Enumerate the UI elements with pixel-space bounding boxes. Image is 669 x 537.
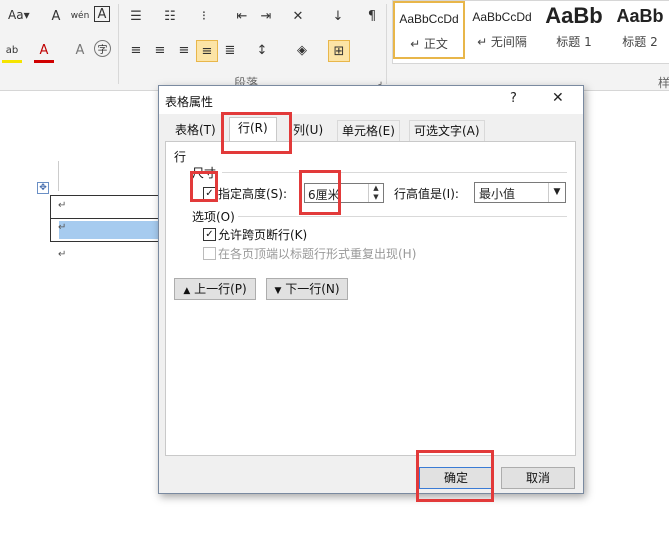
styles-group-label: 样 <box>658 76 669 90</box>
chevron-down-icon: ▼ <box>548 183 565 202</box>
arrow-up-icon: ▲ <box>183 286 191 296</box>
show-marks-icon[interactable]: ¶ <box>362 6 382 26</box>
row-height-mode-value: 最小值 <box>479 187 516 201</box>
char-border-icon[interactable]: A <box>94 6 110 22</box>
allow-break-label: 允许跨页断行(K) <box>218 228 308 242</box>
help-icon[interactable]: ? <box>510 91 517 106</box>
justify-icon[interactable]: ≡ <box>196 40 218 62</box>
ribbon-separator <box>386 4 387 84</box>
align-right-icon[interactable]: ≡ <box>174 40 194 60</box>
style-name: 标题 1 <box>556 35 592 49</box>
highlight-ok-button <box>416 450 494 502</box>
style-name: 标题 2 <box>622 35 658 49</box>
table-left-guide <box>58 161 59 191</box>
highlight-height-value <box>299 170 341 215</box>
font-color-icon[interactable]: A <box>34 40 54 63</box>
row-height-mode-select[interactable]: 最小值 ▼ <box>474 182 566 203</box>
increase-indent-icon[interactable]: ⇥ <box>256 6 276 26</box>
align-center-icon[interactable]: ≡ <box>150 40 170 60</box>
repeat-header-label: 在各页顶端以标题行形式重复出现(H) <box>218 247 417 261</box>
style-normal[interactable]: AaBbCcDd ↵ 正文 <box>393 1 465 59</box>
style-no-spacing[interactable]: AaBbCcDd ↵ 无间隔 <box>467 1 537 59</box>
selection-highlight <box>59 221 159 239</box>
style-heading-2[interactable]: AaBb 标题 2 <box>611 1 669 59</box>
decrease-indent-icon[interactable]: ⇤ <box>232 6 252 26</box>
row-tab-panel: 行 尺寸 ✓ 指定高度(S): 6厘米 ▲ ▼ 行高值是(I): 最小值 ▼ 选项… <box>165 141 576 456</box>
style-sample: AaBb <box>545 3 603 28</box>
clear-format-icon[interactable]: A <box>46 6 66 26</box>
highlight-row-tab <box>221 112 292 154</box>
table-row-selected[interactable]: ↵ <box>50 218 159 242</box>
table-row[interactable]: ↵ <box>50 195 159 219</box>
borders-icon[interactable]: ⊞ <box>328 40 350 62</box>
arrow-down-icon: ▼ <box>274 286 282 296</box>
tab-table[interactable]: 表格(T) <box>171 120 220 140</box>
multilevel-list-icon[interactable]: ⁝ <box>194 6 214 26</box>
row-height-is-label: 行高值是(I): <box>394 187 459 201</box>
row-section-label: 行 <box>174 150 187 164</box>
highlight-icon[interactable]: ab <box>2 40 22 63</box>
style-name: ↵ 正文 <box>410 37 448 51</box>
paragraph-mark: ↵ <box>58 222 67 233</box>
next-row-button[interactable]: ▼ 下一行(N) <box>266 278 348 300</box>
repeat-header-checkbox[interactable] <box>203 247 216 260</box>
shading-icon[interactable]: ◈ <box>292 40 312 60</box>
distributed-icon[interactable]: ≣ <box>220 40 240 60</box>
size-divider <box>222 172 567 173</box>
close-icon[interactable]: ✕ <box>552 90 564 106</box>
tab-alt-text[interactable]: 可选文字(A) <box>409 120 485 141</box>
style-name: ↵ 无间隔 <box>477 35 527 49</box>
sort-icon[interactable]: ↓ <box>328 6 348 26</box>
options-divider <box>238 216 567 217</box>
font-size-button[interactable]: Aa▾ <box>8 8 30 22</box>
phonetic-guide-icon[interactable]: wén <box>70 6 90 26</box>
paragraph-mark: ↵ <box>58 200 67 211</box>
highlight-specify-height-checkbox <box>190 171 218 202</box>
style-sample: AaBbCcDd <box>399 12 459 26</box>
ribbon-separator <box>118 4 119 84</box>
style-sample: AaBbCcDd <box>472 10 532 24</box>
styles-gallery: AaBbCcDd ↵ 正文 AaBbCcDd ↵ 无间隔 AaBb 标题 1 A… <box>392 0 669 64</box>
style-sample: AaBb <box>616 6 664 26</box>
style-heading-1[interactable]: AaBb 标题 1 <box>539 1 609 59</box>
dialog-titlebar[interactable]: 表格属性 ? ✕ <box>159 86 583 114</box>
allow-break-checkbox[interactable]: ✓ <box>203 228 216 241</box>
char-shading-icon[interactable]: A <box>70 40 90 60</box>
previous-row-button[interactable]: ▲ 上一行(P) <box>174 278 256 300</box>
numbering-icon[interactable]: ☷ <box>160 6 180 26</box>
tab-cell[interactable]: 单元格(E) <box>337 120 400 141</box>
enclose-char-icon[interactable]: 字 <box>94 40 111 57</box>
chinese-layout-icon[interactable]: ✕ <box>288 6 308 26</box>
cancel-button[interactable]: 取消 <box>501 467 575 489</box>
specify-height-label: 指定高度(S): <box>218 187 288 201</box>
table-move-handle-icon[interactable]: ✥ <box>37 182 49 194</box>
bullets-icon[interactable]: ☰ <box>126 6 146 26</box>
height-spinner[interactable]: ▲ ▼ <box>368 184 383 202</box>
options-section-label: 选项(O) <box>192 210 235 224</box>
align-left-icon[interactable]: ≡ <box>126 40 146 60</box>
paragraph-mark: ↵ <box>58 249 67 260</box>
ribbon: Aa▾ A wén A ab A A 字 ☰ ☷ ⁝ ⇤ ⇥ ✕ ↓ ¶ ≡ ≡… <box>0 0 669 91</box>
dialog-title: 表格属性 <box>165 95 214 109</box>
line-spacing-icon[interactable]: ↕ <box>252 40 272 60</box>
tab-column[interactable]: 列(U) <box>289 120 327 140</box>
